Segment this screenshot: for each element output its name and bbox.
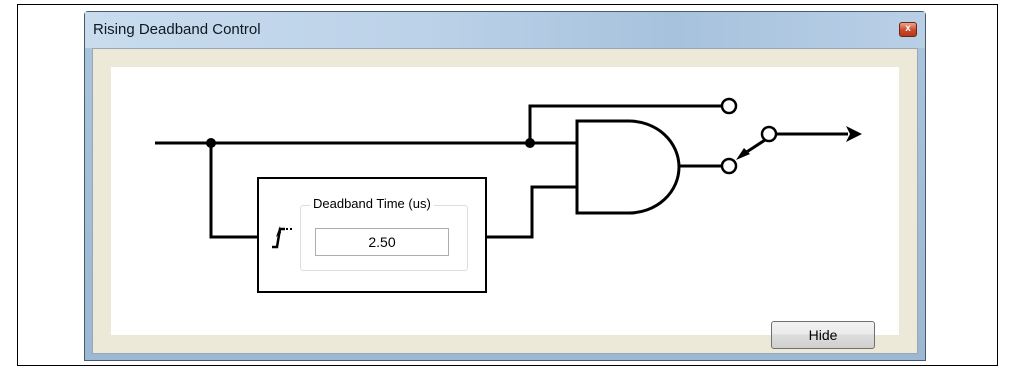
dialog-window: Rising Deadband Control x: [84, 11, 926, 361]
close-icon: x: [905, 23, 911, 34]
window-title: Rising Deadband Control: [93, 21, 261, 38]
deadband-time-input[interactable]: [315, 228, 449, 256]
hide-button[interactable]: Hide: [771, 321, 875, 349]
client-area: [92, 48, 918, 354]
title-bar[interactable]: Rising Deadband Control x: [85, 12, 925, 48]
deadband-time-label: Deadband Time (us): [310, 196, 434, 211]
close-button[interactable]: x: [899, 22, 917, 37]
diagram-panel: [111, 67, 899, 335]
rising-edge-delay-icon: [272, 226, 292, 249]
